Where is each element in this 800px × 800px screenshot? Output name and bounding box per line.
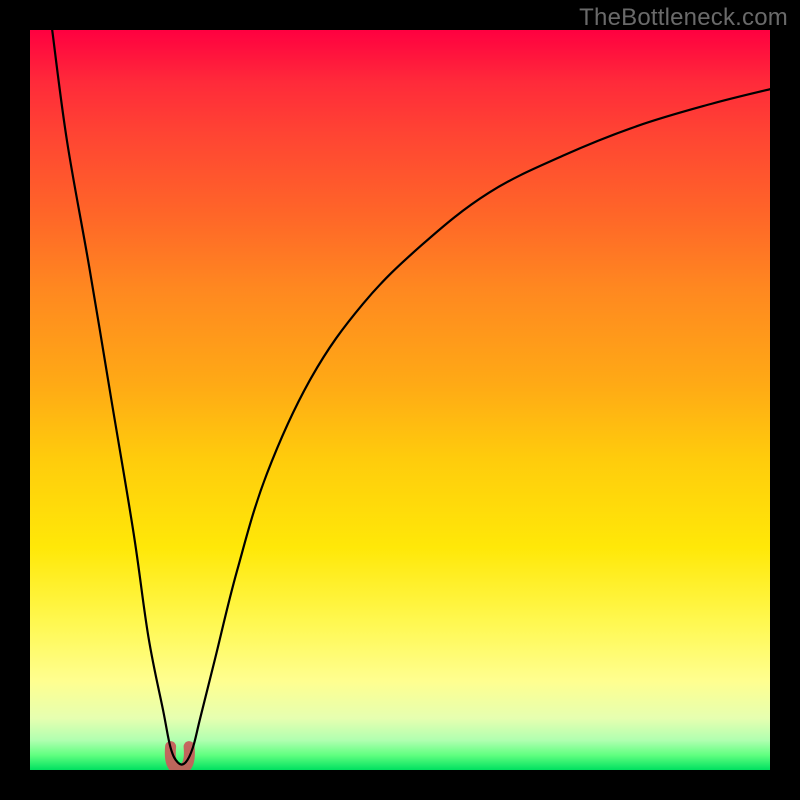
site-watermark: TheBottleneck.com <box>579 4 788 32</box>
bottleneck-curve-path <box>52 30 770 765</box>
chart-svg <box>30 30 770 770</box>
highlight-marker <box>170 747 189 770</box>
plot-area <box>30 30 770 770</box>
